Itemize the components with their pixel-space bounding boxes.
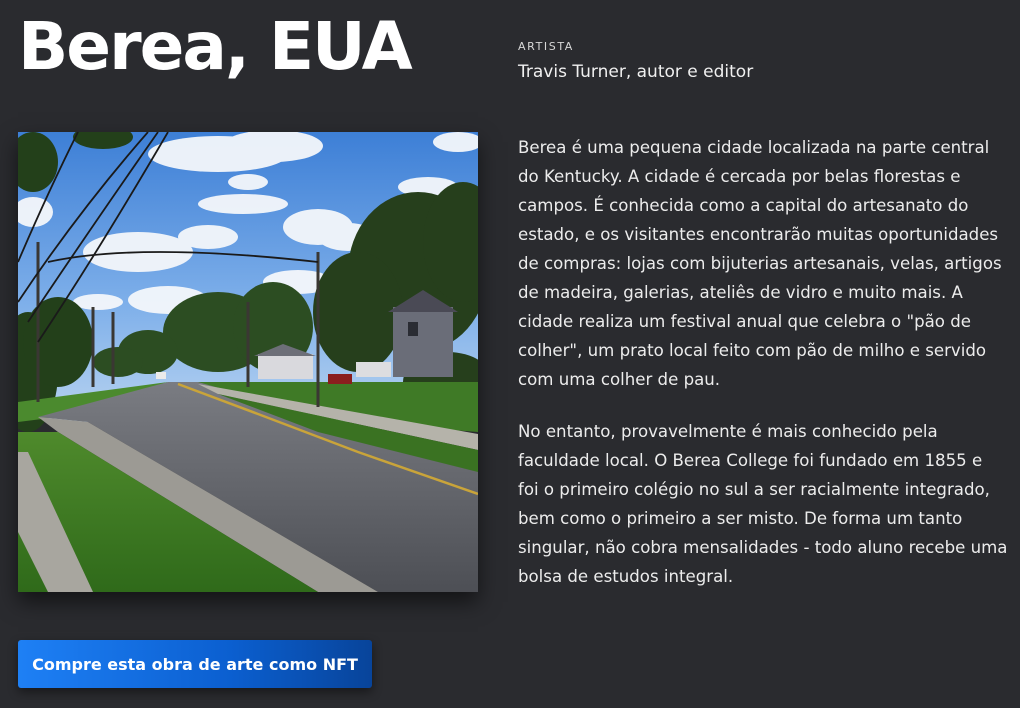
description-paragraph: Berea é uma pequena cidade localizada na…: [518, 138, 1002, 389]
artist-info: ARTISTA Travis Turner, autor e editor: [518, 40, 753, 82]
artwork-page: Berea, EUA ARTISTA Travis Turner, autor …: [0, 0, 1020, 708]
page-title: Berea, EUA: [18, 8, 413, 85]
description: Berea é uma pequena cidade localizada na…: [518, 133, 1008, 614]
artist-label: ARTISTA: [518, 40, 574, 53]
buy-nft-button[interactable]: Compre esta obra de arte como NFT: [18, 640, 372, 688]
artist-name: Travis Turner, autor e editor: [518, 62, 754, 82]
description-paragraph: No entanto, provavelmente é mais conheci…: [518, 422, 1008, 586]
street-photo-icon: [18, 132, 478, 592]
artwork-image: [18, 132, 478, 592]
